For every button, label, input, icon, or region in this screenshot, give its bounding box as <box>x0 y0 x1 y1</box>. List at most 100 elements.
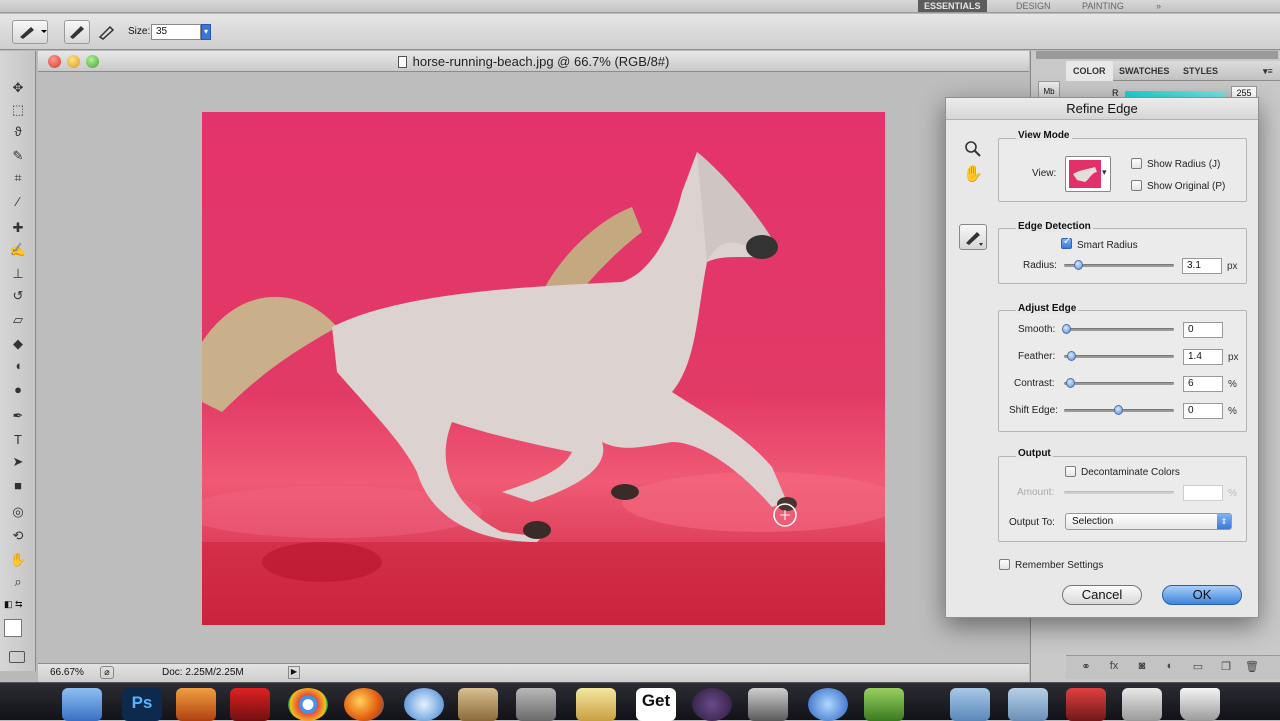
status-arrow-icon[interactable]: ▶ <box>288 666 300 679</box>
adjustment-layer-icon[interactable]: ◐ <box>1162 660 1178 674</box>
tool-preset-picker[interactable] <box>12 20 48 44</box>
get-app-icon[interactable]: Get <box>636 688 676 721</box>
remember-settings-checkbox[interactable] <box>999 559 1010 570</box>
shape-tool-icon[interactable]: ■ <box>8 477 28 495</box>
new-group-icon[interactable]: ▭ <box>1190 660 1206 674</box>
type-tool-icon[interactable]: T <box>8 431 28 449</box>
trash-icon[interactable]: 🗑 <box>1244 660 1260 674</box>
path-selection-tool-icon[interactable]: ➤ <box>8 453 28 471</box>
pen-tool-icon[interactable]: ✒ <box>8 407 28 425</box>
decontaminate-colors-checkbox[interactable] <box>1065 466 1076 477</box>
clone-stamp-tool-icon[interactable]: ⊥ <box>8 265 28 283</box>
new-layer-icon[interactable]: ❐ <box>1218 660 1234 674</box>
radius-slider[interactable] <box>1064 260 1174 270</box>
status-menu-icon[interactable]: ⌀ <box>100 666 114 679</box>
healing-brush-tool-icon[interactable]: ✚ <box>8 219 28 237</box>
contrast-slider[interactable] <box>1064 378 1174 388</box>
workspace-design[interactable]: DESIGN <box>1010 0 1057 12</box>
view-mode-picker[interactable]: ▾ <box>1065 156 1111 192</box>
downloads-stack-icon[interactable] <box>1122 688 1162 721</box>
applications-folder-icon[interactable] <box>950 688 990 721</box>
image-canvas[interactable] <box>202 112 885 625</box>
trash-icon[interactable] <box>1180 688 1220 721</box>
brush-size-dropdown[interactable]: ▾ <box>201 24 211 40</box>
minimize-window-button[interactable] <box>67 55 80 68</box>
shift-edge-slider[interactable] <box>1064 405 1174 415</box>
refine-radius-tool-button[interactable] <box>959 224 987 250</box>
smooth-slider[interactable] <box>1062 324 1174 334</box>
chrome-icon[interactable] <box>288 688 328 721</box>
stickies-icon[interactable] <box>576 688 616 721</box>
close-window-button[interactable] <box>48 55 61 68</box>
brush-tool-icon[interactable]: ✍ <box>8 241 28 259</box>
erase-refinements-tool-button[interactable] <box>93 20 119 44</box>
feather-slider-knob[interactable] <box>1067 351 1076 361</box>
tab-styles[interactable]: STYLES <box>1176 61 1225 81</box>
default-colors-icon[interactable]: ◧ ⇆ <box>4 599 23 610</box>
hand-tool-icon[interactable]: ✋ <box>963 164 983 184</box>
smooth-input[interactable]: 0 <box>1183 322 1223 338</box>
link-layers-icon[interactable]: ⚭ <box>1078 660 1094 674</box>
workspace-essentials[interactable]: ESSENTIALS <box>918 0 987 12</box>
mail-icon[interactable] <box>458 688 498 721</box>
iphoto-icon[interactable] <box>176 688 216 721</box>
feather-slider[interactable] <box>1064 351 1174 361</box>
marquee-tool-icon[interactable]: ⬚ <box>8 101 28 119</box>
shift-edge-input[interactable]: 0 <box>1183 403 1223 419</box>
quick-selection-tool-icon[interactable]: ✎ <box>8 147 28 165</box>
wifi-app-icon[interactable] <box>692 688 732 721</box>
radius-slider-knob[interactable] <box>1074 260 1083 270</box>
dodge-tool-icon[interactable]: ● <box>8 381 28 399</box>
layer-mask-icon[interactable]: ◙ <box>1134 660 1150 674</box>
contrast-slider-knob[interactable] <box>1066 378 1075 388</box>
brush-size-input[interactable]: 35 <box>151 24 201 40</box>
zoom-tool-icon[interactable] <box>964 140 982 158</box>
paint-bucket-tool-icon[interactable]: ◆ <box>8 335 28 353</box>
ok-button[interactable]: OK <box>1162 585 1242 605</box>
numbers-icon[interactable] <box>864 688 904 721</box>
zoom-tool-icon[interactable]: ⌕ <box>8 573 28 591</box>
tab-color[interactable]: COLOR <box>1066 61 1113 81</box>
zoom-level[interactable]: 66.67% <box>50 667 84 678</box>
zoom-window-button[interactable] <box>86 55 99 68</box>
cancel-button[interactable]: Cancel <box>1062 585 1142 605</box>
options-bar: Size: 35 ▾ <box>0 14 1280 50</box>
firefox-icon[interactable] <box>344 688 384 721</box>
output-to-select[interactable]: Selection ⇕ <box>1065 513 1232 530</box>
show-original-checkbox[interactable] <box>1131 180 1142 191</box>
lasso-tool-icon[interactable]: ϑ <box>8 123 28 141</box>
finder-icon[interactable] <box>62 688 102 721</box>
panel-menu-icon[interactable]: ▾≡ <box>1256 61 1280 81</box>
refine-radius-tool-button[interactable] <box>64 20 90 44</box>
blur-tool-icon[interactable]: ◖ <box>8 357 28 375</box>
eyedropper-tool-icon[interactable]: ⁄ <box>8 193 28 211</box>
3d-orbit-tool-icon[interactable]: ⟲ <box>8 527 28 545</box>
move-tool-icon[interactable]: ✥ <box>8 79 28 97</box>
imovie-icon[interactable] <box>748 688 788 721</box>
history-brush-tool-icon[interactable]: ↺ <box>8 287 28 305</box>
eraser-tool-icon[interactable]: ▱ <box>8 311 28 329</box>
3d-rotate-tool-icon[interactable]: ◎ <box>8 503 28 521</box>
system-preferences-icon[interactable] <box>516 688 556 721</box>
show-radius-checkbox[interactable] <box>1131 158 1142 169</box>
foreground-color-swatch[interactable] <box>4 619 22 637</box>
radius-input[interactable]: 3.1 <box>1182 258 1222 274</box>
feather-input[interactable]: 1.4 <box>1183 349 1223 365</box>
shift-edge-slider-knob[interactable] <box>1114 405 1123 415</box>
hand-tool-icon[interactable]: ✋ <box>8 551 28 569</box>
itunes-icon[interactable] <box>808 688 848 721</box>
activity-monitor-icon[interactable] <box>1066 688 1106 721</box>
safari-icon[interactable] <box>404 688 444 721</box>
smart-radius-checkbox[interactable] <box>1061 236 1072 249</box>
tab-swatches[interactable]: SWATCHES <box>1112 61 1176 81</box>
documents-folder-icon[interactable] <box>1008 688 1048 721</box>
crop-tool-icon[interactable]: ⌗ <box>8 169 28 187</box>
quick-mask-icon[interactable] <box>9 651 25 663</box>
workspace-more[interactable]: » <box>1150 0 1167 12</box>
photo-booth-icon[interactable] <box>230 688 270 721</box>
smooth-slider-knob[interactable] <box>1062 324 1071 334</box>
workspace-painting[interactable]: PAINTING <box>1076 0 1130 12</box>
photoshop-icon[interactable]: Ps <box>122 688 162 721</box>
layer-style-icon[interactable]: fx <box>1106 660 1122 674</box>
contrast-input[interactable]: 6 <box>1183 376 1223 392</box>
